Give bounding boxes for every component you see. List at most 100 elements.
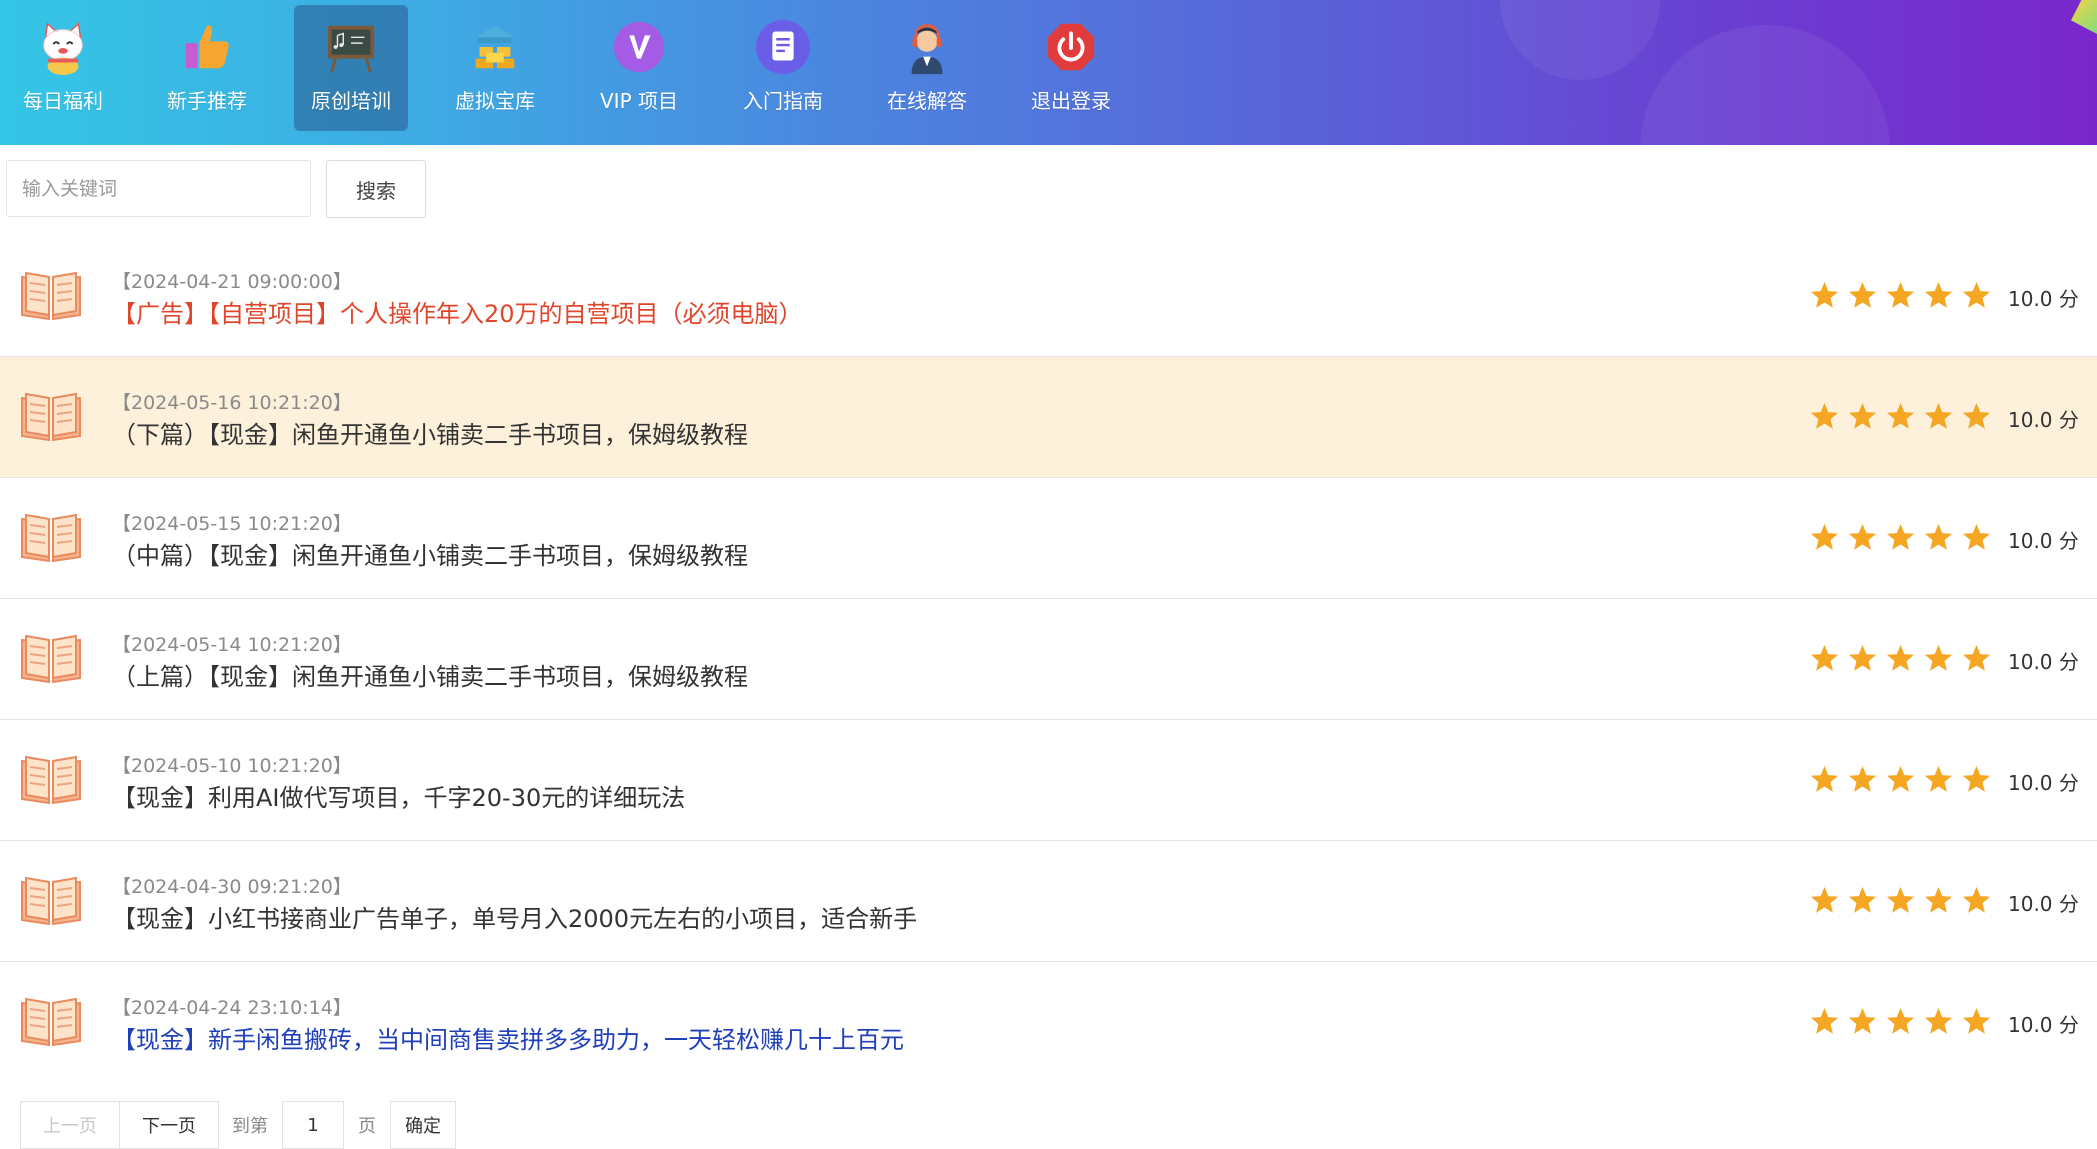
star-icon bbox=[1810, 1007, 1839, 1034]
nav-item-virtual-treasury[interactable]: 虚拟宝库 bbox=[438, 5, 552, 131]
nav-label: 原创培训 bbox=[311, 89, 391, 113]
star-icon bbox=[1848, 644, 1877, 671]
treasure-building-icon bbox=[475, 25, 515, 69]
article-title-link[interactable]: 【现金】新手闲鱼搬砖，当中间商售卖拼多多助力，一天轻松赚几十上百元 bbox=[112, 1020, 904, 1055]
vip-icon bbox=[613, 21, 665, 73]
nav-item-beginner-picks[interactable]: 新手推荐 bbox=[150, 5, 264, 131]
book-icon bbox=[21, 513, 81, 563]
article-date: 【2024-05-15 10:21:20】 bbox=[112, 513, 352, 535]
search-input[interactable] bbox=[6, 160, 311, 217]
confirm-page-button[interactable]: 确定 bbox=[390, 1101, 456, 1149]
list-item[interactable]: 【2024-05-14 10:21:20】 （上篇）【现金】闲鱼开通鱼小铺卖二手… bbox=[0, 599, 2097, 720]
nav-label: VIP 项目 bbox=[600, 89, 678, 113]
star-icon bbox=[1848, 281, 1877, 308]
star-icon bbox=[1886, 523, 1915, 550]
article-date: 【2024-04-30 09:21:20】 bbox=[112, 876, 352, 898]
star-icon bbox=[1848, 523, 1877, 550]
star-icon bbox=[1886, 765, 1915, 792]
star-icon bbox=[1924, 886, 1953, 913]
article-title-link[interactable]: 【现金】小红书接商业广告单子，单号月入2000元左右的小项目，适合新手 bbox=[112, 899, 917, 934]
nav-label: 退出登录 bbox=[1031, 89, 1111, 113]
star-icon bbox=[1886, 886, 1915, 913]
star-icon bbox=[1886, 281, 1915, 308]
list-item[interactable]: 【2024-04-24 23:10:14】 【现金】新手闲鱼搬砖，当中间商售卖拼… bbox=[0, 962, 2097, 1083]
article-date: 【2024-04-21 09:00:00】 bbox=[112, 271, 352, 293]
article-list: 【2024-04-21 09:00:00】 【广告】【自营项目】个人操作年入20… bbox=[0, 236, 2097, 1083]
page-number-input[interactable] bbox=[282, 1101, 344, 1149]
list-item[interactable]: 【2024-04-21 09:00:00】 【广告】【自营项目】个人操作年入20… bbox=[0, 236, 2097, 357]
article-title-link[interactable]: 【现金】利用AI做代写项目，千字20-30元的详细玩法 bbox=[112, 778, 685, 813]
book-icon bbox=[21, 997, 81, 1047]
prev-page-button[interactable]: 上一页 bbox=[20, 1101, 120, 1149]
thumbs-up-icon bbox=[185, 25, 229, 69]
article-score: 10.0 分 bbox=[2008, 771, 2079, 795]
background-decoration bbox=[1500, 0, 1660, 80]
article-date: 【2024-04-24 23:10:14】 bbox=[112, 997, 352, 1019]
nav-item-online-answers[interactable]: 在线解答 bbox=[870, 5, 984, 131]
article-title-link[interactable]: （下篇）【现金】闲鱼开通鱼小铺卖二手书项目，保姆级教程 bbox=[112, 415, 748, 450]
nav-item-logout[interactable]: 退出登录 bbox=[1014, 5, 1128, 131]
star-icon bbox=[1848, 765, 1877, 792]
star-icon bbox=[1924, 523, 1953, 550]
nav-label: 新手推荐 bbox=[167, 89, 247, 113]
star-icon bbox=[1962, 765, 1991, 792]
background-decoration bbox=[1640, 25, 1890, 145]
goto-label: 到第 bbox=[232, 1116, 268, 1137]
nav-item-getting-started[interactable]: 入门指南 bbox=[726, 5, 840, 131]
star-icon bbox=[1924, 402, 1953, 429]
article-title-link[interactable]: （中篇）【现金】闲鱼开通鱼小铺卖二手书项目，保姆级教程 bbox=[112, 536, 748, 571]
next-page-button[interactable]: 下一页 bbox=[119, 1101, 219, 1149]
article-date: 【2024-05-16 10:21:20】 bbox=[112, 392, 352, 414]
star-icon bbox=[1886, 1007, 1915, 1034]
article-date: 【2024-05-14 10:21:20】 bbox=[112, 634, 352, 656]
document-icon bbox=[755, 19, 811, 75]
book-icon bbox=[21, 876, 81, 926]
list-item[interactable]: 【2024-05-15 10:21:20】 （中篇）【现金】闲鱼开通鱼小铺卖二手… bbox=[0, 478, 2097, 599]
article-title-link[interactable]: （上篇）【现金】闲鱼开通鱼小铺卖二手书项目，保姆级教程 bbox=[112, 657, 748, 692]
page-unit-label: 页 bbox=[358, 1116, 376, 1137]
star-icon bbox=[1886, 402, 1915, 429]
star-icon bbox=[1848, 886, 1877, 913]
star-icon bbox=[1924, 765, 1953, 792]
article-score: 10.0 分 bbox=[2008, 650, 2079, 674]
star-rating bbox=[1809, 401, 1992, 432]
star-icon bbox=[1924, 1007, 1953, 1034]
star-rating bbox=[1809, 643, 1992, 674]
pagination: 上一页 下一页 到第 页 确定 bbox=[20, 1101, 456, 1149]
star-icon bbox=[1962, 281, 1991, 308]
nav-label: 入门指南 bbox=[743, 89, 823, 113]
list-item[interactable]: 【2024-04-30 09:21:20】 【现金】小红书接商业广告单子，单号月… bbox=[0, 841, 2097, 962]
star-icon bbox=[1848, 402, 1877, 429]
star-icon bbox=[1962, 523, 1991, 550]
nav-label: 虚拟宝库 bbox=[455, 89, 535, 113]
search-button[interactable]: 搜索 bbox=[326, 160, 426, 218]
star-icon bbox=[1848, 1007, 1877, 1034]
star-icon bbox=[1962, 1007, 1991, 1034]
star-icon bbox=[1962, 644, 1991, 671]
book-icon bbox=[21, 392, 81, 442]
nav-item-daily-benefits[interactable]: 每日福利 bbox=[6, 5, 120, 131]
star-icon bbox=[1962, 886, 1991, 913]
nav-item-vip-projects[interactable]: VIP 项目 bbox=[582, 5, 696, 131]
article-title-link[interactable]: 【广告】【自营项目】个人操作年入20万的自营项目（必须电脑） bbox=[112, 294, 803, 329]
star-rating bbox=[1809, 522, 1992, 553]
top-navigation-bar: 每日福利 新手推荐 原创培训 虚拟宝库 VIP 项目 入门指南 在线解答 退出登… bbox=[0, 0, 2097, 145]
star-icon bbox=[1810, 281, 1839, 308]
article-score: 10.0 分 bbox=[2008, 1013, 2079, 1037]
star-icon bbox=[1962, 402, 1991, 429]
article-score: 10.0 分 bbox=[2008, 408, 2079, 432]
star-rating bbox=[1809, 885, 1992, 916]
power-icon bbox=[1047, 23, 1095, 71]
star-icon bbox=[1886, 644, 1915, 671]
list-item[interactable]: 【2024-05-16 10:21:20】 （下篇）【现金】闲鱼开通鱼小铺卖二手… bbox=[0, 357, 2097, 478]
nav-label: 每日福利 bbox=[23, 89, 103, 113]
star-icon bbox=[1810, 402, 1839, 429]
star-rating bbox=[1809, 280, 1992, 311]
star-rating bbox=[1809, 1006, 1992, 1037]
nav-label: 在线解答 bbox=[887, 89, 967, 113]
corner-decoration bbox=[2071, 0, 2097, 34]
list-item[interactable]: 【2024-05-10 10:21:20】 【现金】利用AI做代写项目，千字20… bbox=[0, 720, 2097, 841]
book-icon bbox=[21, 634, 81, 684]
nav-item-original-training[interactable]: 原创培训 bbox=[294, 5, 408, 131]
star-icon bbox=[1810, 886, 1839, 913]
